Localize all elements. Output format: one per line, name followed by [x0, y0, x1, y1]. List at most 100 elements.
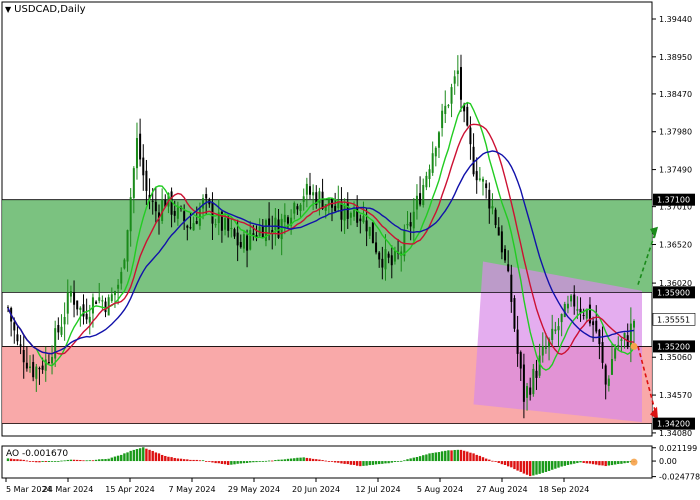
ao-bar — [337, 461, 340, 463]
forecast-origin-dot — [630, 342, 638, 350]
ao-bar — [428, 453, 431, 462]
candle-body — [425, 175, 428, 188]
ao-bar — [525, 461, 529, 475]
ao-bar — [57, 461, 60, 462]
candle-body — [349, 212, 352, 218]
candle-body — [447, 105, 450, 107]
triangle-down-icon[interactable]: ▼ — [5, 5, 11, 14]
ao-bar — [324, 460, 327, 462]
x-tick-label: 5 Aug 2024 — [417, 485, 463, 494]
ao-bar — [610, 461, 614, 466]
candle-body — [365, 220, 368, 232]
candle-body — [378, 252, 381, 260]
ao-bar — [302, 457, 305, 462]
ao-bar — [53, 461, 57, 462]
ao-bar — [173, 457, 176, 462]
candle-body — [456, 70, 459, 75]
ao-bar — [343, 461, 346, 464]
candle-body — [573, 294, 576, 307]
candle-body — [472, 146, 475, 175]
candle-body — [88, 316, 91, 323]
ao-bar — [371, 461, 375, 465]
ao-bar — [513, 461, 516, 470]
x-tick-label: 29 May 2024 — [228, 485, 280, 494]
candle-body — [560, 313, 563, 323]
ao-bar — [286, 458, 290, 462]
candle-body — [227, 217, 230, 231]
chart-canvas[interactable]: 1.394401.389501.384701.379801.374901.370… — [0, 0, 700, 500]
candle-body — [95, 301, 98, 304]
candle-body — [38, 367, 41, 370]
ao-bar — [217, 461, 220, 464]
candle-body — [296, 206, 299, 210]
candle-body — [412, 211, 415, 229]
ao-bar — [44, 461, 47, 462]
ao-bar — [35, 461, 38, 463]
candle-body — [485, 183, 488, 189]
candle-body — [129, 197, 132, 232]
ao-bar — [201, 460, 205, 462]
candle-body — [623, 332, 626, 339]
y-tick-label: 1.38470 — [659, 90, 692, 99]
candle-body — [29, 366, 32, 369]
ao-bar — [107, 458, 110, 462]
ao-bar — [403, 460, 406, 462]
ao-bar — [223, 461, 227, 465]
ao-bar — [157, 453, 161, 462]
ao-bar — [198, 460, 202, 462]
candle-body — [601, 342, 604, 363]
candle-body — [507, 264, 510, 272]
ao-bar — [283, 459, 287, 462]
ao-bar — [607, 461, 611, 466]
ao-bar — [129, 450, 132, 462]
ao-bar — [516, 461, 519, 471]
candle-body — [614, 348, 617, 359]
candle-body — [428, 169, 431, 179]
ao-bar — [82, 460, 85, 462]
candle-body — [406, 223, 409, 226]
candle-body — [283, 214, 286, 223]
candle-body — [202, 198, 205, 209]
candle-body — [384, 249, 387, 270]
candle-body — [500, 231, 503, 253]
ao-bar — [220, 461, 224, 464]
candle-body — [494, 209, 497, 226]
ao-bar — [25, 460, 29, 462]
candle-body — [60, 326, 63, 335]
ao-bar — [544, 461, 548, 472]
candle-body — [346, 201, 349, 219]
candle-body — [532, 368, 535, 395]
candle-body — [47, 362, 50, 364]
candle-body — [69, 291, 72, 297]
candle-body — [16, 334, 19, 342]
ao-bar — [566, 461, 570, 465]
candle-body — [375, 242, 378, 253]
ao-bar — [510, 461, 513, 468]
ao-bar — [494, 461, 497, 462]
ao-bar — [333, 461, 337, 463]
ao-bar — [142, 447, 145, 462]
candle-body — [151, 200, 154, 202]
ao-bar — [31, 461, 35, 462]
candle-body — [183, 211, 186, 222]
symbol-label: ▼ USDCAD,Daily — [5, 4, 86, 15]
ao-bar — [585, 461, 589, 464]
candle-body — [437, 132, 440, 148]
ao-label: AO -0.001670 — [6, 449, 68, 459]
ao-bar — [60, 460, 63, 462]
ao-bar — [500, 461, 504, 465]
candle-body — [13, 322, 16, 331]
ao-bar — [412, 457, 415, 462]
ao-bar — [69, 459, 73, 462]
ao-bar — [321, 460, 324, 462]
x-tick-label: 12 Jul 2024 — [355, 485, 400, 494]
candle-body — [522, 364, 525, 402]
candle-body — [101, 300, 104, 302]
candle-body — [469, 127, 472, 145]
ao-bar — [541, 461, 544, 473]
ao-bar — [522, 461, 526, 474]
ao-bar — [459, 449, 463, 462]
ao-bar — [355, 461, 359, 466]
ao-bar — [447, 450, 450, 462]
ao-bar — [22, 459, 25, 462]
